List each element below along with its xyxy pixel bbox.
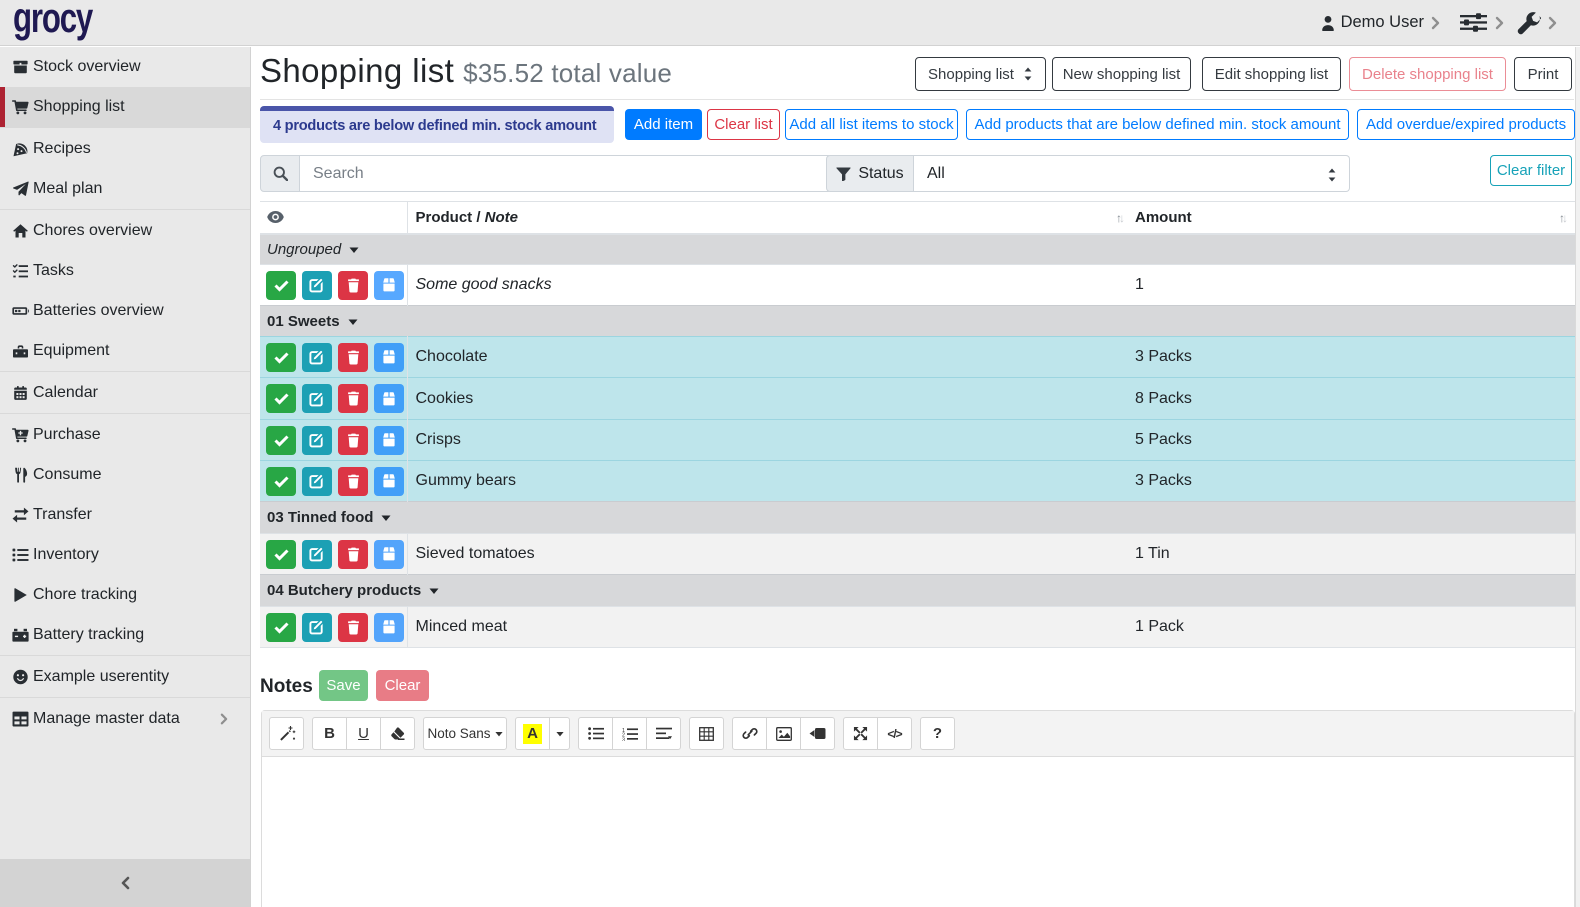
svg-text:3: 3 <box>622 737 625 741</box>
svg-text:grocy: grocy <box>13 1 94 41</box>
